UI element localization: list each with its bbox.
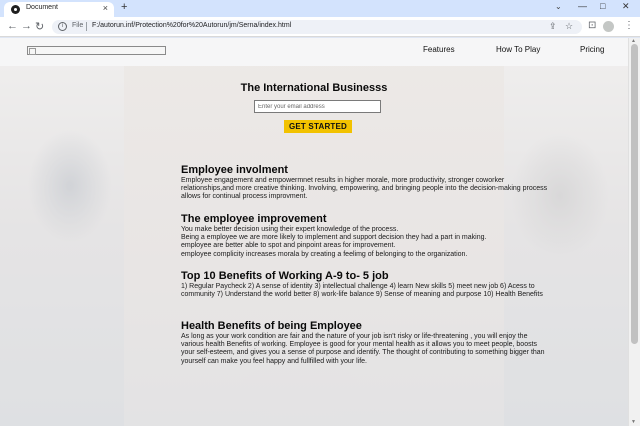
minimize-button[interactable]: — (578, 1, 587, 11)
nav-link-pricing[interactable]: Pricing (580, 45, 604, 54)
page-scrollbar[interactable]: ▲ ▼ (628, 38, 640, 426)
section-line: You make better decision using their exp… (181, 226, 399, 233)
section-heading: Health Benefits of being Employee (181, 320, 362, 332)
new-tab-button[interactable]: + (121, 1, 127, 13)
section-line: employee complicity increases morala by … (181, 250, 468, 258)
section-top-10-benefits: Top 10 Benefits of Working A-9 to- 5 job… (181, 270, 551, 299)
broken-logo-image[interactable] (27, 46, 166, 55)
tab-title: Document (26, 4, 58, 11)
scheme-label: File (72, 22, 84, 29)
section-body: 1) Regular Paycheck 2) A sense of identi… (181, 283, 543, 299)
back-icon[interactable]: ← (7, 20, 18, 32)
nav-link-how-to-play[interactable]: How To Play (496, 45, 540, 54)
share-icon[interactable]: ⇪ (549, 21, 557, 32)
forward-icon[interactable]: → (21, 20, 32, 32)
scroll-thumb[interactable] (631, 44, 638, 344)
section-heading: Employee involment (181, 164, 288, 176)
menu-kebab-icon[interactable]: ⋮ (624, 20, 634, 31)
section-employee-improvement: The employee improvement You make better… (181, 213, 551, 259)
scroll-down-arrow-icon[interactable]: ▼ (631, 419, 636, 425)
tab-search-icon[interactable]: ⌄ (555, 2, 562, 11)
globe-icon (11, 5, 20, 14)
section-body: Employee engagement and empowermnet resu… (181, 177, 548, 201)
close-tab-icon[interactable]: × (103, 3, 108, 13)
bookmark-star-icon[interactable]: ☆ (565, 21, 573, 32)
reload-icon[interactable]: ↻ (35, 20, 44, 33)
url-text[interactable]: F:/autorun.inf/Protection%20for%20Autoru… (92, 22, 291, 29)
tab-strip: Document × + ⌄ — □ ✕ (0, 0, 640, 17)
get-started-button[interactable]: GET STARTED (284, 120, 352, 133)
divider (86, 22, 87, 31)
tab-document[interactable]: Document × (4, 2, 114, 17)
section-employee-involvement: Employee involment Employee engagement a… (181, 164, 551, 202)
side-panel-icon[interactable]: ⊡ (588, 20, 596, 31)
email-input[interactable] (254, 100, 381, 113)
section-body: As long as your work condition are fair … (181, 333, 545, 365)
section-line: employee are better able to spot and pin… (181, 242, 396, 250)
section-heading: Top 10 Benefits of Working A-9 to- 5 job (181, 270, 389, 282)
profile-avatar[interactable] (603, 21, 614, 32)
hero-title: The International Businesss (240, 82, 388, 94)
browser-toolbar: ← → ↻ i File F:/autorun.inf/Protection%2… (0, 17, 640, 37)
address-bar[interactable]: i File F:/autorun.inf/Protection%20for%2… (52, 20, 582, 34)
section-health-benefits: Health Benefits of being Employee As lon… (181, 320, 551, 366)
section-line: Being a employee we are more likely to i… (181, 234, 487, 242)
info-icon[interactable]: i (58, 22, 67, 31)
nav-link-features[interactable]: Features (423, 45, 455, 54)
section-heading: The employee improvement (181, 213, 327, 225)
close-window-button[interactable]: ✕ (622, 1, 630, 12)
maximize-button[interactable]: □ (600, 1, 605, 11)
web-page: Features How To Play Pricing The Interna… (0, 38, 628, 426)
